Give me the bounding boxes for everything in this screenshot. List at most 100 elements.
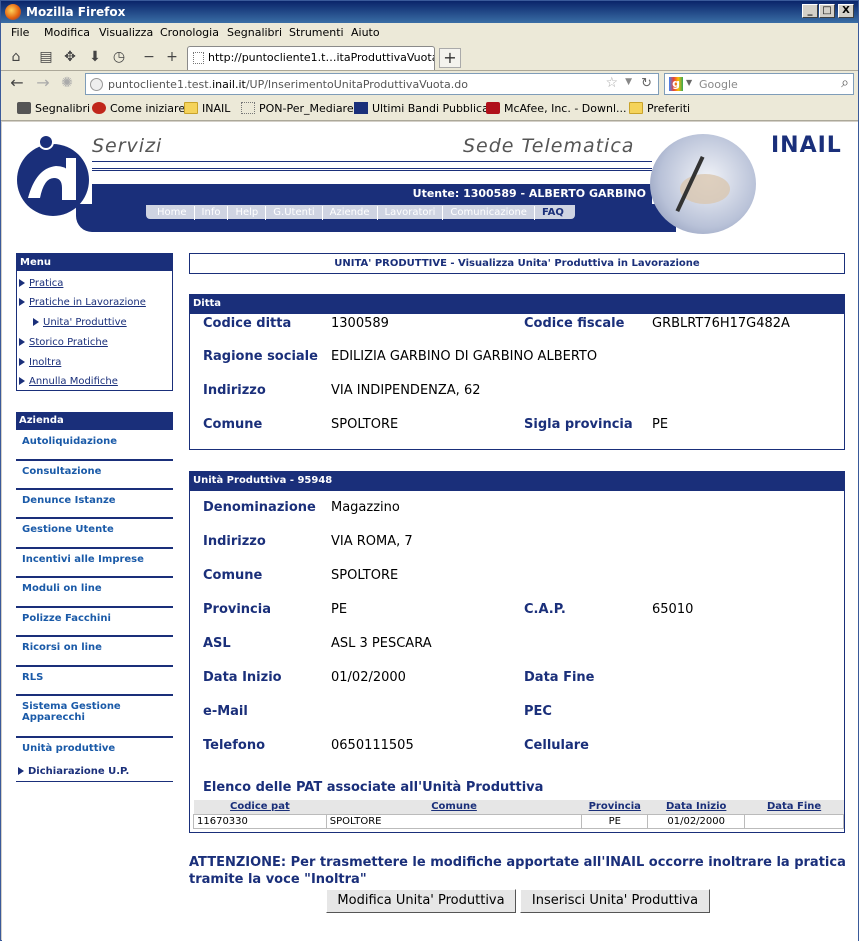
- bookmark-preferiti[interactable]: Preferiti: [629, 102, 690, 115]
- azienda-item-sistema-gestione[interactable]: Sistema Gestione Apparecchi: [22, 701, 132, 723]
- col-codice-pat[interactable]: Codice pat: [193, 800, 327, 814]
- menu-item-label: Annulla Modifiche: [29, 376, 118, 387]
- col-comune[interactable]: Comune: [326, 800, 582, 814]
- menu-item-pratiche-lavorazione[interactable]: Pratiche in Lavorazione: [19, 297, 146, 308]
- forward-icon[interactable]: →: [35, 75, 51, 91]
- arrow-right-icon: [19, 279, 25, 287]
- nav-comunicazione[interactable]: Comunicazione: [443, 206, 535, 220]
- divider: [16, 606, 173, 608]
- azienda-item-moduli[interactable]: Moduli on line: [22, 583, 172, 594]
- telefono-label: Telefono: [203, 738, 266, 753]
- asl-value: ASL 3 PESCARA: [331, 636, 432, 651]
- zoom-in-icon[interactable]: +: [164, 49, 180, 65]
- table-row: 11670330 SPOLTORE PE 01/02/2000: [193, 813, 844, 829]
- search-engine-dropdown-icon[interactable]: ▼: [686, 78, 692, 87]
- sigla-provincia-label: Sigla provincia: [524, 417, 633, 432]
- nav-faq[interactable]: FAQ: [535, 206, 571, 220]
- azienda-item-incentivi[interactable]: Incentivi alle Imprese: [22, 554, 172, 565]
- new-tab-button[interactable]: +: [439, 48, 461, 68]
- nav-home[interactable]: Home: [150, 206, 195, 220]
- azienda-item-dichiarazione[interactable]: Dichiarazione U.P.: [18, 766, 129, 777]
- azienda-item-consultazione[interactable]: Consultazione: [22, 466, 172, 477]
- azienda-item-autoliquidazione[interactable]: Autoliquidazione: [22, 436, 172, 447]
- menu-strumenti[interactable]: Strumenti: [289, 26, 344, 39]
- move-icon[interactable]: ✥: [62, 49, 78, 65]
- menu-item-storico[interactable]: Storico Pratiche: [19, 337, 108, 348]
- close-button[interactable]: X: [838, 4, 854, 18]
- bookmark-mcafee[interactable]: McAfee, Inc. - Downl...: [486, 102, 627, 115]
- menu-item-label: Storico Pratiche: [29, 337, 108, 348]
- col-data-fine[interactable]: Data Fine: [744, 800, 844, 814]
- cell-comune: SPOLTORE: [325, 813, 583, 829]
- comune-up-value: SPOLTORE: [331, 568, 399, 583]
- data-inizio-label: Data Inizio: [203, 670, 282, 685]
- google-icon[interactable]: g: [669, 77, 683, 91]
- azienda-item-rls[interactable]: RLS: [22, 672, 172, 683]
- telefono-value: 0650111505: [331, 738, 414, 753]
- maximize-button[interactable]: □: [819, 4, 835, 18]
- page-icon: [241, 102, 255, 114]
- divider: [16, 736, 173, 738]
- nav-lavoratori[interactable]: Lavoratori: [378, 206, 444, 220]
- zoom-out-icon[interactable]: −: [141, 49, 157, 65]
- bookmark-star-icon[interactable]: ☆: [605, 75, 618, 91]
- col-data-inizio[interactable]: Data Inizio: [647, 800, 745, 814]
- menu-segnalibri[interactable]: Segnalibri: [227, 26, 282, 39]
- comune-label: Comune: [203, 417, 263, 432]
- url-bar[interactable]: puntocliente1.test.inail.it/UP/Inserimen…: [85, 73, 659, 95]
- bookmark-pon[interactable]: PON-Per_Mediare: [241, 102, 354, 115]
- window-title: Mozilla Firefox: [26, 5, 126, 19]
- pec-label: PEC: [524, 704, 552, 719]
- download-icon[interactable]: ⬇: [87, 49, 103, 65]
- bookmark-label: McAfee, Inc. - Downl...: [504, 102, 627, 115]
- azienda-item-gestione-utente[interactable]: Gestione Utente: [22, 524, 172, 535]
- bookmark-segnalibri[interactable]: Segnalibri: [17, 102, 90, 115]
- tab-current[interactable]: http://puntocliente1.t…itaProduttivaVuot…: [187, 46, 435, 70]
- nav-aziende[interactable]: Aziende: [323, 206, 378, 220]
- azienda-item-polizze[interactable]: Polizze Facchini: [22, 613, 172, 624]
- pat-table-header: Codice pat Comune Provincia Data Inizio …: [193, 800, 844, 814]
- modifica-unita-button[interactable]: Modifica Unita' Produttiva: [326, 889, 516, 913]
- menu-item-pratica[interactable]: Pratica: [19, 278, 63, 289]
- reload-icon[interactable]: ↻: [641, 76, 652, 91]
- firefox-bookmark-icon: [92, 102, 106, 114]
- menu-item-unita-produttive[interactable]: Unita' Produttive: [33, 317, 127, 328]
- menu-aiuto[interactable]: Aiuto: [351, 26, 380, 39]
- comune-up-label: Comune: [203, 568, 263, 583]
- menu-modifica[interactable]: Modifica: [44, 26, 90, 39]
- url-dropdown-icon[interactable]: ▼: [625, 77, 632, 87]
- bookmark-inail[interactable]: INAIL: [184, 102, 230, 115]
- bookmark-bandi[interactable]: Ultimi Bandi Pubblicati: [354, 102, 496, 115]
- menu-item-inoltra[interactable]: Inoltra: [19, 357, 61, 368]
- nav-info[interactable]: Info: [195, 206, 229, 220]
- nav-gutenti[interactable]: G.Utenti: [266, 206, 323, 220]
- bookmark-come-iniziare[interactable]: Come iniziare: [92, 102, 185, 115]
- pat-list-title: Elenco delle PAT associate all'Unità Pro…: [203, 780, 544, 795]
- menu-cronologia[interactable]: Cronologia: [160, 26, 219, 39]
- bookmarks-bar: Segnalibri Come iniziare INAIL PON-Per_M…: [1, 97, 858, 121]
- home-icon[interactable]: ⌂: [8, 49, 24, 65]
- inserisci-unita-button[interactable]: Inserisci Unita' Produttiva: [520, 889, 710, 913]
- search-bar[interactable]: g ▼ Google ⌕: [664, 73, 854, 95]
- sidebar-menu: Menu Pratica Pratiche in Lavorazione Uni…: [16, 253, 173, 391]
- sigla-provincia-value: PE: [652, 417, 669, 432]
- firefox-icon: [5, 4, 21, 20]
- cell-codice-pat: 11670330: [193, 813, 327, 829]
- menu-item-annulla[interactable]: Annulla Modifiche: [19, 376, 118, 387]
- pat-table: Codice pat Comune Provincia Data Inizio …: [193, 800, 844, 829]
- url-domain: inail.it: [212, 78, 246, 91]
- minimize-button[interactable]: _: [802, 4, 818, 18]
- azienda-item-denunce[interactable]: Denunce Istanze: [22, 495, 172, 506]
- print-icon[interactable]: ▤: [38, 49, 54, 65]
- azienda-item-ricorsi[interactable]: Ricorsi on line: [22, 642, 172, 653]
- history-icon[interactable]: ◷: [111, 49, 127, 65]
- azienda-item-unita-produttive[interactable]: Unità produttive: [22, 743, 172, 754]
- arrow-right-icon: [19, 338, 25, 346]
- back-icon[interactable]: ←: [9, 75, 25, 91]
- col-provincia[interactable]: Provincia: [581, 800, 648, 814]
- ditta-panel: Ditta Codice ditta 1300589 Codice fiscal…: [189, 294, 845, 450]
- search-icon[interactable]: ⌕: [841, 75, 849, 91]
- menu-file[interactable]: File: [11, 26, 29, 39]
- nav-help[interactable]: Help: [228, 206, 267, 220]
- menu-visualizza[interactable]: Visualizza: [99, 26, 153, 39]
